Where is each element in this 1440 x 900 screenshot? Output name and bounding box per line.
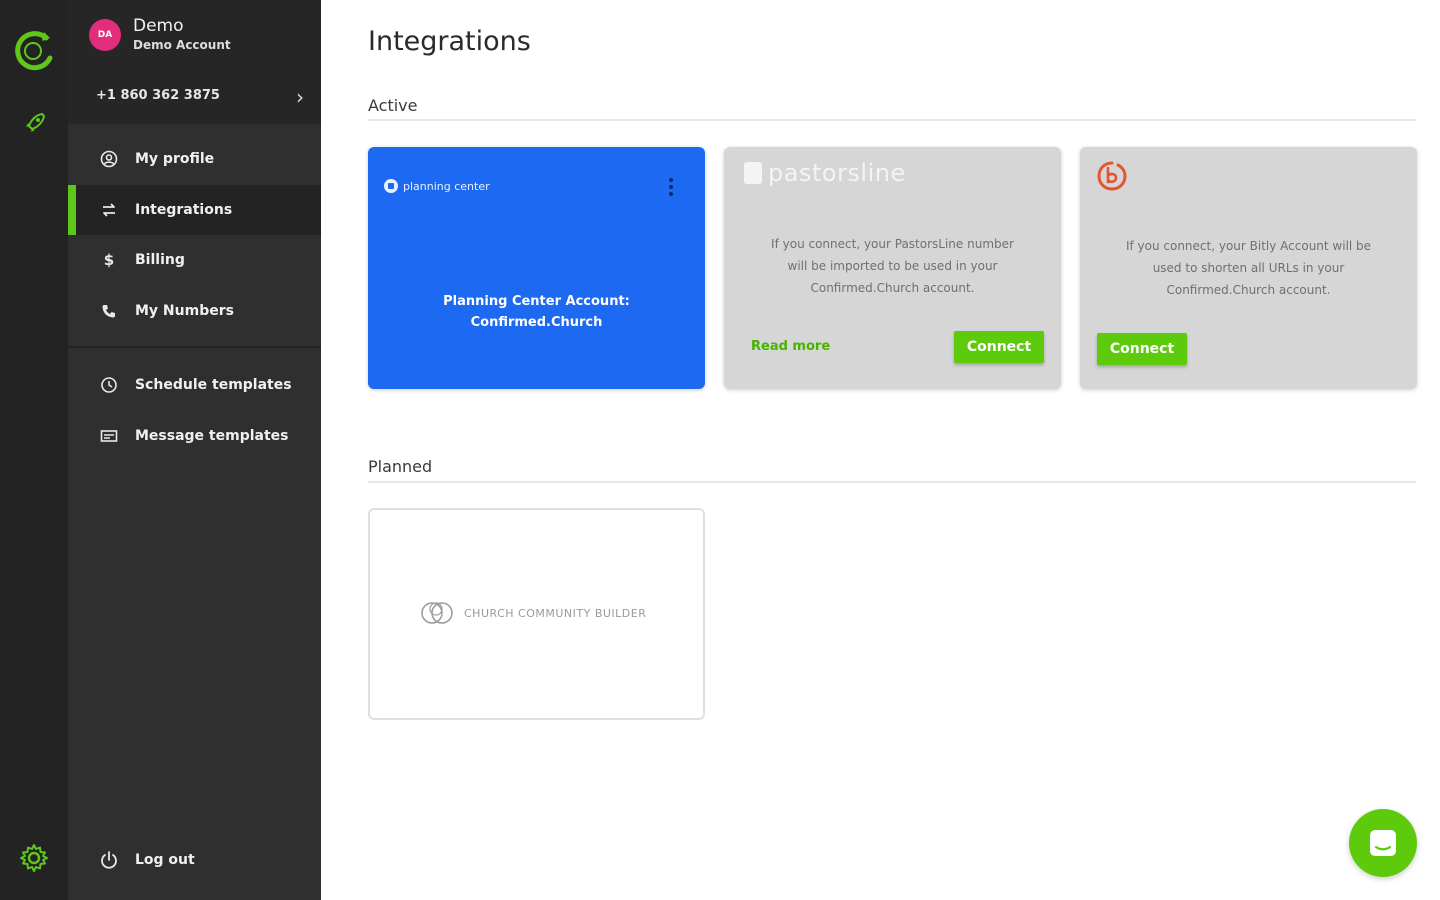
pastorsline-connect-button[interactable]: Connect [954, 331, 1044, 363]
clock-icon [98, 374, 120, 396]
ccb-circles-icon [421, 602, 453, 624]
nav-item-message-templates[interactable]: Message templates [68, 411, 321, 461]
phone-icon [98, 300, 120, 322]
confirmed-church-logo[interactable] [12, 28, 56, 74]
power-icon [98, 849, 120, 871]
nav-item-label: My Numbers [135, 303, 234, 319]
nav-item-my-numbers[interactable]: My Numbers [68, 286, 321, 336]
planning-center-account-text: Planning Center Account: Confirmed.Churc… [443, 294, 630, 330]
church-community-builder-logo: CHURCH COMMUNITY BUILDER [420, 598, 646, 628]
read-more-link[interactable]: Read more [751, 339, 830, 354]
gear-icon[interactable] [18, 842, 50, 874]
planned-section-label: Planned [368, 457, 433, 476]
menu-divider [68, 346, 321, 348]
section-divider [368, 119, 1416, 121]
chat-button[interactable] [1349, 809, 1417, 877]
more-options-icon[interactable] [664, 175, 678, 199]
logout-label: Log out [135, 852, 195, 868]
phone-number: +1 860 362 3875 [96, 88, 220, 103]
chat-icon [1370, 830, 1396, 856]
account-name: Demo [133, 16, 184, 36]
account-header[interactable]: DA Demo Demo Account [68, 0, 321, 70]
bitly-card: If you connect, your Bitly Account will … [1080, 147, 1417, 389]
pastorsline-icon [744, 162, 762, 184]
pastorsline-description: If you connect, your PastorsLine number … [771, 237, 1014, 295]
logout-button[interactable]: Log out [68, 835, 321, 885]
chevron-right-icon: › [296, 85, 304, 109]
user-circle-icon [98, 148, 120, 170]
bitly-connect-button[interactable]: Connect [1097, 333, 1187, 365]
swap-icon [98, 199, 120, 221]
avatar: DA [89, 19, 121, 51]
dollar-icon: $ [103, 251, 115, 269]
message-icon [98, 425, 120, 447]
pastorsline-card: pastorsline If you connect, your Pastors… [724, 147, 1061, 389]
church-community-builder-card: CHURCH COMMUNITY BUILDER [368, 508, 705, 720]
planning-center-icon [384, 179, 398, 193]
nav-item-label: Integrations [135, 202, 233, 218]
planning-center-card[interactable]: planning center Planning Center Account:… [368, 147, 705, 389]
nav-item-my-profile[interactable]: My profile [68, 134, 321, 184]
nav-item-label: Billing [135, 252, 185, 268]
pastorsline-logo: pastorsline [744, 159, 906, 187]
phone-number-selector[interactable]: +1 860 362 3875 › [68, 70, 321, 124]
settings-menu: DA Demo Demo Account +1 860 362 3875 › M… [68, 0, 321, 900]
section-divider [368, 481, 1416, 483]
page-title: Integrations [368, 26, 531, 57]
planning-center-logo: planning center [384, 179, 490, 193]
nav-item-label: Message templates [135, 428, 289, 444]
account-subtitle: Demo Account [133, 38, 231, 52]
nav-item-schedule-templates[interactable]: Schedule templates [68, 360, 321, 410]
rocket-icon[interactable] [22, 110, 48, 136]
bitly-description: If you connect, your Bitly Account will … [1125, 239, 1372, 297]
nav-item-billing[interactable]: $ Billing [68, 235, 321, 285]
nav-item-label: Schedule templates [135, 377, 292, 393]
nav-item-label: My profile [135, 151, 215, 167]
bitly-logo [1097, 161, 1127, 191]
main-content: Integrations Active planning center Plan… [321, 0, 1440, 900]
active-section-label: Active [368, 96, 418, 115]
nav-item-integrations[interactable]: Integrations [68, 185, 321, 235]
active-indicator [68, 185, 76, 235]
icon-rail [0, 0, 68, 900]
